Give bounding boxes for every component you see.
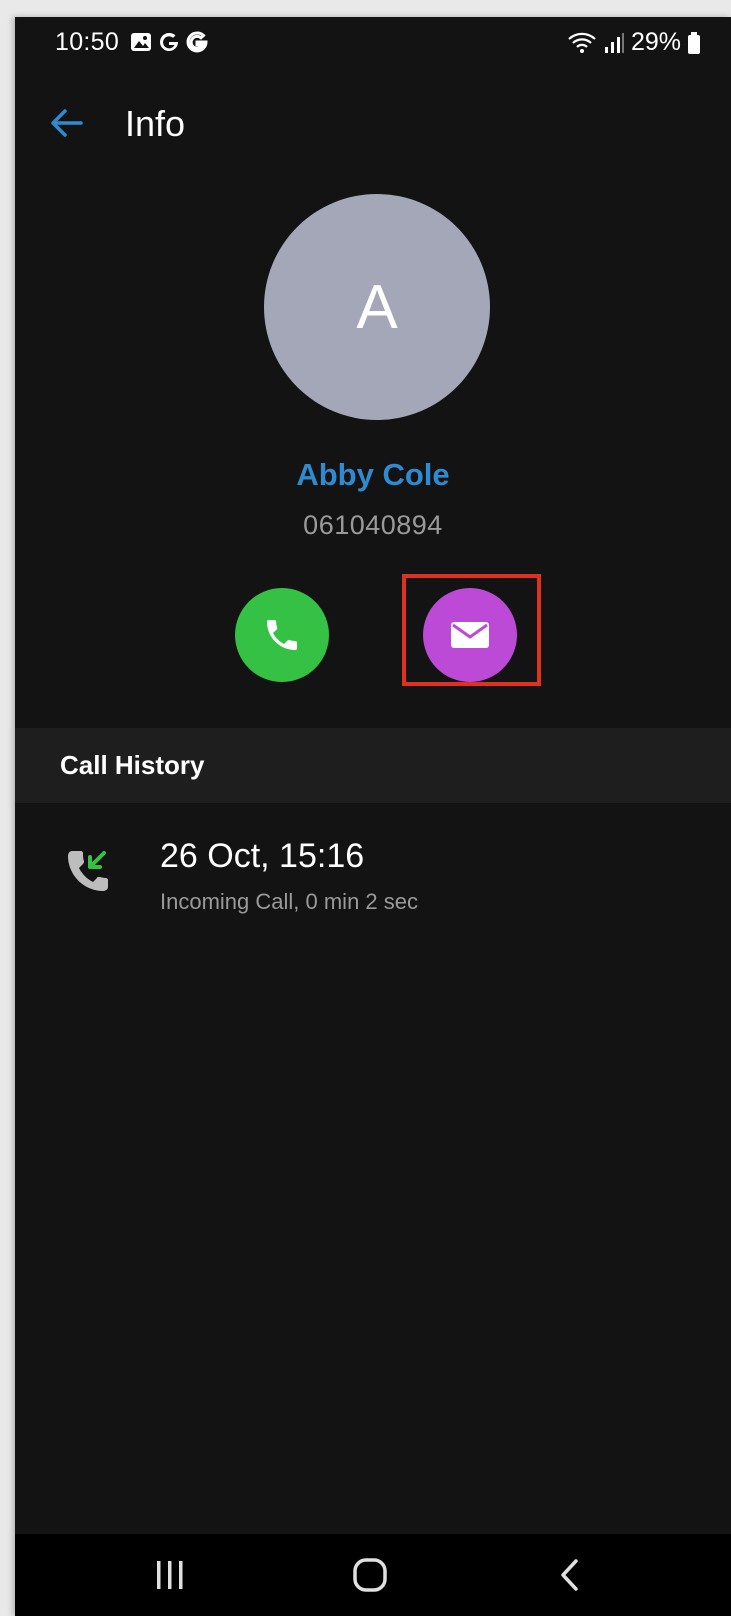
g-notification-icon bbox=[158, 31, 180, 53]
google-notification-icon bbox=[186, 31, 208, 53]
envelope-icon bbox=[451, 622, 489, 648]
status-bar: 10:50 29% bbox=[15, 17, 731, 69]
back-arrow-icon bbox=[51, 109, 83, 137]
recents-button[interactable] bbox=[145, 1552, 195, 1598]
battery-percent: 29% bbox=[630, 28, 681, 56]
call-detail: Incoming Call, 0 min 2 sec bbox=[160, 889, 418, 914]
nav-back-button[interactable] bbox=[545, 1552, 595, 1598]
page-title: Info bbox=[125, 103, 186, 144]
contact-number: 061040894 bbox=[303, 510, 443, 540]
notification-icons bbox=[130, 31, 208, 53]
call-history-header: Call History bbox=[15, 728, 731, 803]
recents-icon bbox=[157, 1561, 183, 1589]
section-title: Call History bbox=[60, 750, 205, 780]
home-button[interactable] bbox=[345, 1552, 395, 1598]
avatar: A bbox=[264, 194, 490, 420]
contact-name: Abby Cole bbox=[296, 457, 450, 492]
incoming-call-icon bbox=[68, 851, 108, 891]
gallery-notification-icon bbox=[130, 31, 152, 53]
back-button[interactable] bbox=[45, 103, 89, 143]
signal-icon bbox=[604, 32, 624, 53]
call-date: 26 Oct, 15:16 bbox=[160, 837, 365, 875]
phone-icon bbox=[267, 620, 297, 650]
navigation-bar bbox=[15, 1534, 731, 1616]
chevron-left-icon bbox=[561, 1559, 578, 1591]
phone-screen: 10:50 29% Info A Abby Cole 061040894 Cal… bbox=[15, 17, 731, 1616]
battery-icon bbox=[688, 31, 700, 54]
app-bar: Info bbox=[15, 87, 731, 157]
home-icon bbox=[353, 1558, 387, 1592]
status-time: 10:50 bbox=[55, 28, 120, 56]
wifi-icon bbox=[568, 32, 596, 53]
call-button[interactable] bbox=[235, 588, 329, 682]
avatar-initial: A bbox=[356, 272, 398, 342]
message-button[interactable] bbox=[423, 588, 517, 682]
status-right: 29% bbox=[567, 28, 701, 57]
list-item[interactable]: 26 Oct, 15:16 Incoming Call, 0 min 2 sec bbox=[15, 817, 731, 927]
